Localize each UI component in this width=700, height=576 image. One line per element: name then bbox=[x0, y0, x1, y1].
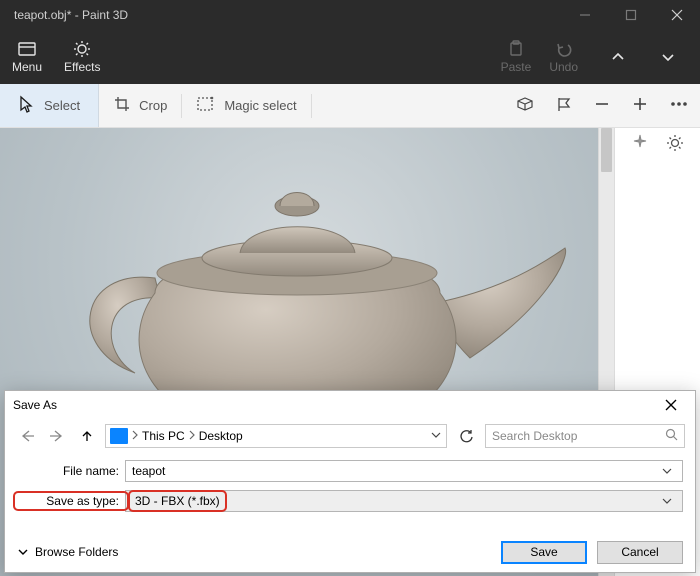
magic-select-label: Magic select bbox=[224, 98, 296, 113]
undo-label: Undo bbox=[549, 60, 578, 74]
cancel-button-label: Cancel bbox=[621, 545, 658, 559]
nav-back-button[interactable] bbox=[15, 429, 39, 443]
file-name-row: File name: teapot bbox=[17, 459, 683, 483]
sparkle-icon[interactable] bbox=[632, 134, 648, 155]
effects-button[interactable]: Effects bbox=[64, 40, 100, 74]
save-as-dialog: Save As This PC Desktop Search Desktop F… bbox=[4, 390, 696, 573]
more-icon[interactable] bbox=[670, 96, 688, 115]
dialog-nav: This PC Desktop Search Desktop bbox=[5, 419, 695, 453]
title-bar: teapot.obj* - Paint 3D bbox=[0, 0, 700, 30]
chevron-down-icon[interactable] bbox=[658, 495, 676, 507]
chevron-down-icon[interactable] bbox=[658, 465, 676, 477]
collapse-down-button[interactable] bbox=[648, 37, 688, 77]
zoom-out-icon[interactable] bbox=[594, 96, 610, 115]
crumb-this-pc[interactable]: This PC bbox=[142, 429, 185, 443]
menu-button[interactable]: Menu bbox=[12, 40, 42, 74]
nav-forward-button bbox=[45, 429, 69, 443]
breadcrumb[interactable]: This PC Desktop bbox=[105, 424, 447, 448]
minimize-button[interactable] bbox=[562, 0, 608, 30]
save-type-label: Save as type: bbox=[17, 494, 125, 508]
sun-icon[interactable] bbox=[666, 134, 684, 157]
dialog-title-bar: Save As bbox=[5, 391, 695, 419]
dialog-title: Save As bbox=[13, 398, 655, 412]
select-tool[interactable]: Select bbox=[0, 84, 99, 127]
nav-up-button[interactable] bbox=[75, 429, 99, 443]
save-button-label: Save bbox=[530, 545, 557, 559]
crop-icon bbox=[113, 95, 131, 116]
cancel-button[interactable]: Cancel bbox=[597, 541, 683, 564]
toolbar: Select Crop Magic select bbox=[0, 84, 700, 128]
search-icon bbox=[665, 428, 678, 444]
browse-folders-button[interactable]: Browse Folders bbox=[17, 545, 118, 559]
close-button[interactable] bbox=[654, 0, 700, 30]
flag-icon[interactable] bbox=[556, 96, 572, 115]
paste-label: Paste bbox=[501, 60, 532, 74]
magic-select-tool[interactable]: Magic select bbox=[182, 84, 310, 128]
window-title: teapot.obj* - Paint 3D bbox=[14, 8, 128, 22]
effects-label: Effects bbox=[64, 60, 100, 74]
save-type-value: 3D - FBX (*.fbx) bbox=[132, 493, 223, 509]
scrollbar-thumb[interactable] bbox=[601, 128, 612, 172]
search-input[interactable]: Search Desktop bbox=[485, 424, 685, 448]
save-type-label-text: Save as type: bbox=[46, 494, 119, 508]
file-name-value: teapot bbox=[132, 464, 165, 478]
magic-select-icon bbox=[196, 95, 216, 116]
search-placeholder: Search Desktop bbox=[492, 429, 577, 443]
maximize-button[interactable] bbox=[608, 0, 654, 30]
chevron-right-icon bbox=[187, 429, 197, 444]
crop-label: Crop bbox=[139, 98, 167, 113]
refresh-button[interactable] bbox=[453, 429, 479, 444]
save-type-select[interactable]: 3D - FBX (*.fbx) bbox=[125, 490, 683, 512]
file-name-input[interactable]: teapot bbox=[125, 460, 683, 482]
select-label: Select bbox=[44, 98, 80, 113]
save-button[interactable]: Save bbox=[501, 541, 587, 564]
zoom-in-icon[interactable] bbox=[632, 96, 648, 115]
crop-tool[interactable]: Crop bbox=[99, 84, 181, 128]
crumb-desktop[interactable]: Desktop bbox=[199, 429, 243, 443]
pc-icon bbox=[110, 428, 128, 444]
menu-label: Menu bbox=[12, 60, 42, 74]
collapse-up-button[interactable] bbox=[598, 37, 638, 77]
paste-button: Paste bbox=[501, 40, 532, 74]
dialog-close-button[interactable] bbox=[655, 399, 687, 411]
view-3d-icon[interactable] bbox=[516, 96, 534, 115]
cursor-icon bbox=[18, 95, 34, 116]
chevron-down-icon[interactable] bbox=[430, 429, 442, 444]
chevron-right-icon bbox=[130, 429, 140, 444]
menu-strip: Menu Effects Paste Undo bbox=[0, 30, 700, 84]
undo-button: Undo bbox=[549, 40, 578, 74]
file-name-label: File name: bbox=[17, 464, 125, 478]
browse-label: Browse Folders bbox=[35, 545, 118, 559]
save-type-row: Save as type: 3D - FBX (*.fbx) bbox=[17, 489, 683, 513]
dialog-footer: Browse Folders Save Cancel bbox=[5, 532, 695, 572]
